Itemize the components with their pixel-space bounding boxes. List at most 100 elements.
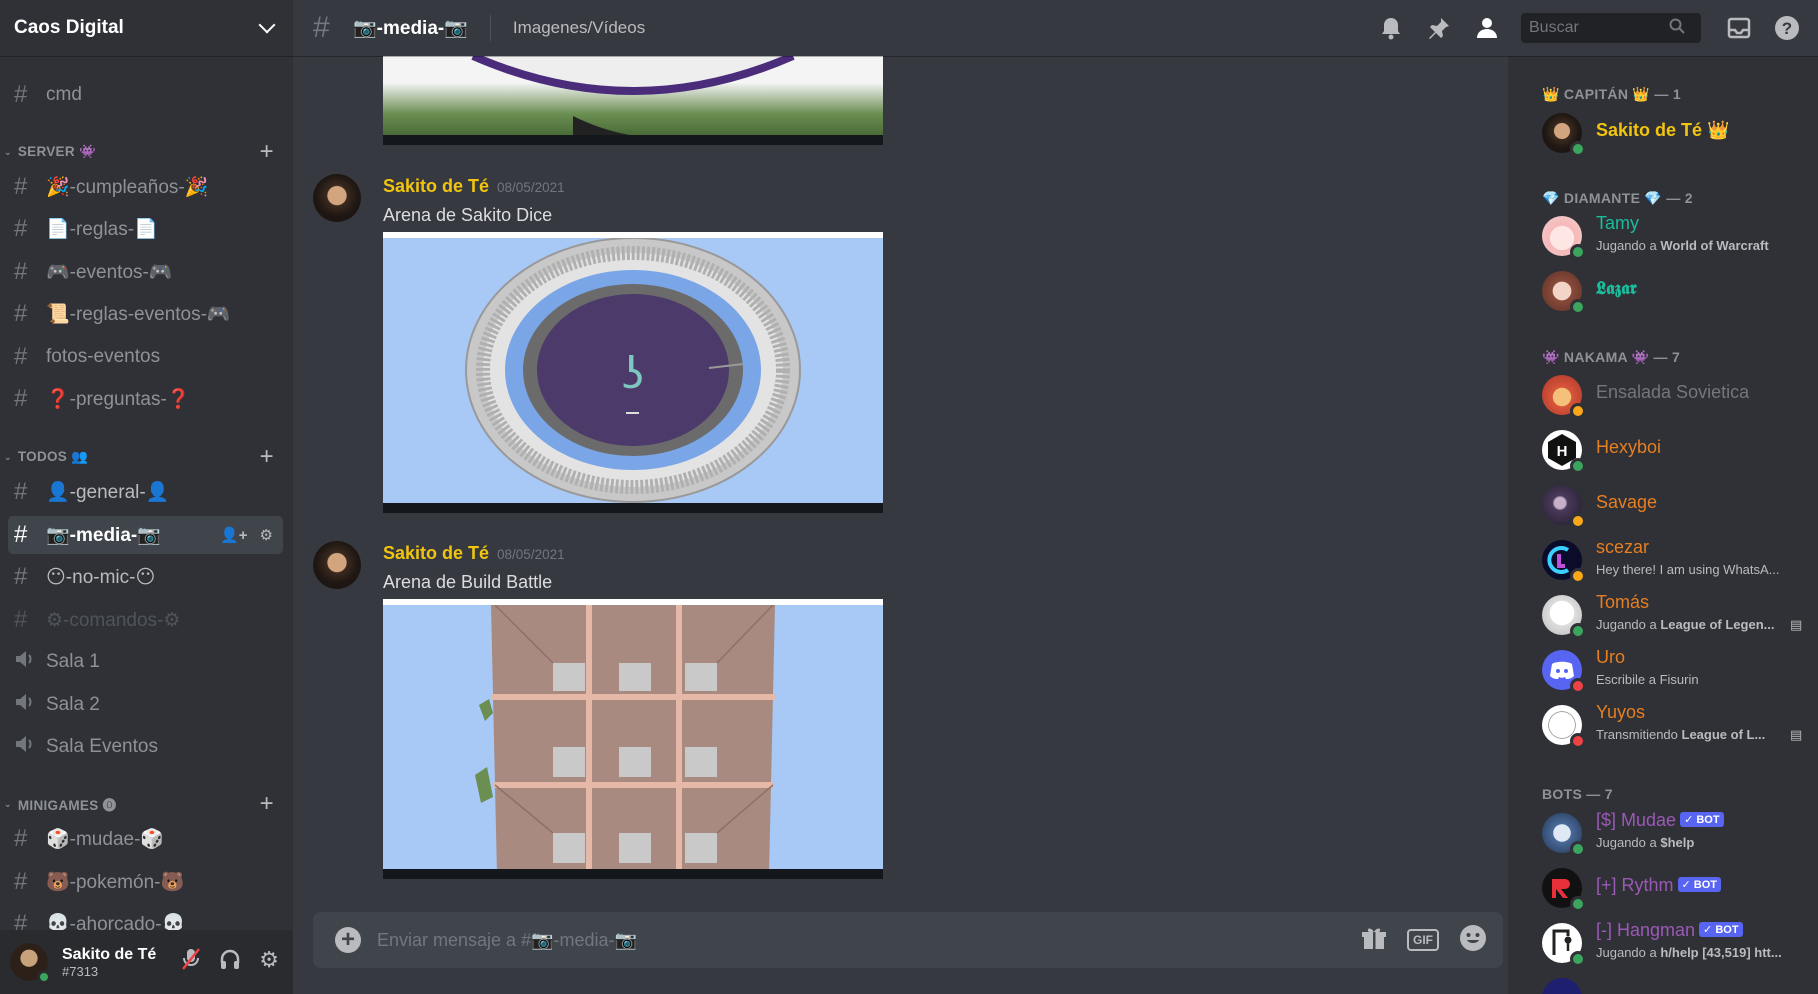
message-attachment[interactable] bbox=[383, 599, 883, 879]
invite-icon[interactable]: 👤+ bbox=[220, 526, 247, 544]
search-input[interactable] bbox=[1529, 19, 1669, 37]
divider bbox=[489, 15, 491, 41]
online-status-icon bbox=[1570, 951, 1586, 967]
emoji-icon[interactable] bbox=[1459, 924, 1487, 957]
voice-channel-sala-eventos[interactable]: Sala Eventos bbox=[8, 728, 283, 766]
role-header-diamante: 💎 DIAMANTE 💎 — 2 bbox=[1542, 190, 1693, 206]
member-name: [+] Rythm ✓ BOT bbox=[1596, 875, 1722, 896]
channel-reglas-eventos[interactable]: # 📜-reglas-eventos-🎮 bbox=[8, 295, 283, 333]
author-name[interactable]: Sakito de Té bbox=[383, 543, 489, 563]
rich-presence-icon: ▤ bbox=[1790, 727, 1803, 742]
help-icon[interactable]: ? bbox=[1770, 11, 1804, 45]
arena-image: ʖ bbox=[465, 238, 801, 503]
search-box[interactable] bbox=[1521, 13, 1701, 43]
speaker-icon bbox=[14, 649, 46, 675]
channel-header: # 📷-media-📷 Imagenes/Vídeos ? bbox=[293, 0, 1818, 56]
add-attachment-icon[interactable]: + bbox=[335, 927, 361, 953]
member-item[interactable]: Ensalada Sovietica bbox=[1542, 372, 1812, 419]
gear-icon[interactable]: ⚙ bbox=[259, 947, 279, 977]
activity-prefix: Jugando a bbox=[1596, 617, 1661, 632]
channel-ahorcado[interactable]: # 💀-ahorcado-💀 bbox=[8, 905, 283, 930]
member-item[interactable]: Sakito de Té 👑 bbox=[1542, 110, 1812, 157]
hash-icon: # bbox=[14, 81, 28, 108]
activity-name: $help bbox=[1660, 835, 1695, 850]
message-author[interactable]: Sakito de Té 08/05/2021 bbox=[383, 543, 565, 564]
avatar bbox=[1542, 705, 1586, 749]
category-label: TODOS 👥 bbox=[17, 449, 89, 464]
pin-icon[interactable] bbox=[1422, 11, 1456, 45]
member-item[interactable]: Tamy Jugando a World of Warcraft bbox=[1542, 213, 1812, 260]
avatar[interactable] bbox=[313, 541, 361, 589]
member-name: Tomás bbox=[1596, 592, 1650, 612]
member-item[interactable]: Tomás Jugando a League of Legen... ▤ bbox=[1542, 592, 1812, 639]
member-activity: Jugando a $help bbox=[1596, 835, 1796, 850]
channel-general[interactable]: # 👤-general-👤 bbox=[8, 473, 283, 511]
gift-icon[interactable] bbox=[1361, 925, 1387, 956]
channel-cmd[interactable]: # cmd bbox=[8, 76, 283, 114]
author-name[interactable]: Sakito de Té bbox=[383, 176, 489, 196]
search-icon[interactable] bbox=[1669, 18, 1685, 39]
voice-channel-sala-1[interactable]: Sala 1 bbox=[8, 643, 283, 681]
member-item[interactable]: [+] Rythm ✓ BOT bbox=[1542, 865, 1812, 912]
dnd-status-icon bbox=[1570, 678, 1586, 694]
bell-icon[interactable] bbox=[1374, 11, 1408, 45]
category-todos[interactable]: ⌄ TODOS 👥 + bbox=[4, 443, 284, 471]
chevron-down-icon[interactable] bbox=[258, 16, 276, 34]
member-item[interactable]: [-] Hangman ✓ BOT Jugando a h/help [43,51… bbox=[1542, 920, 1812, 967]
member-activity: Hey there! I am using WhatsA... bbox=[1596, 562, 1780, 577]
channel-label: Sala 1 bbox=[46, 651, 100, 672]
bot-name: [-] Hangman bbox=[1596, 920, 1696, 940]
channel-eventos[interactable]: # 🎮-eventos-🎮 bbox=[8, 253, 283, 291]
channel-media[interactable]: # 📷-media-📷 👤+ ⚙ bbox=[8, 516, 283, 554]
role-header-capitan: 👑 CAPITÁN 👑 — 1 bbox=[1542, 86, 1681, 102]
channel-preguntas[interactable]: # ❓-preguntas-❓ bbox=[8, 380, 283, 418]
headphones-icon[interactable] bbox=[219, 947, 241, 977]
member-item[interactable] bbox=[1542, 975, 1812, 994]
member-item[interactable]: H Hexyboi bbox=[1542, 427, 1812, 474]
member-item[interactable]: 𝕷𝖆𝖟𝖆𝖗 bbox=[1542, 268, 1812, 315]
member-item[interactable]: Uro Escribile a Fisurin bbox=[1542, 647, 1812, 694]
activity-name: League of L... bbox=[1681, 727, 1766, 742]
category-minigames[interactable]: ⌄ MINIGAMES ⓿ + bbox=[4, 790, 284, 818]
add-channel-icon[interactable]: + bbox=[260, 138, 274, 166]
gear-icon[interactable]: ⚙ bbox=[260, 526, 273, 544]
gif-button[interactable]: GIF bbox=[1407, 929, 1439, 951]
hash-icon: # bbox=[14, 910, 28, 930]
channel-reglas[interactable]: # 📄-reglas-📄 bbox=[8, 210, 283, 248]
category-server[interactable]: ⌄ SERVER 👾 + bbox=[4, 138, 284, 166]
arena-partial-image bbox=[471, 56, 795, 136]
hash-icon: # bbox=[14, 825, 28, 852]
channel-comandos[interactable]: # ⚙-comandos-⚙ bbox=[8, 601, 283, 639]
message-input[interactable] bbox=[377, 929, 1361, 951]
guild-header[interactable]: Caos Digital bbox=[0, 0, 293, 56]
channel-label: 👤-general-👤 bbox=[46, 482, 170, 503]
member-item[interactable]: Yuyos Transmitiendo League of L... ▤ bbox=[1542, 702, 1812, 749]
message-author[interactable]: Sakito de Té 08/05/2021 bbox=[383, 176, 565, 197]
channel-cumpleanos[interactable]: # 🎉-cumpleaños-🎉 bbox=[8, 168, 283, 206]
avatar[interactable] bbox=[313, 174, 361, 222]
inbox-icon[interactable] bbox=[1722, 11, 1756, 45]
mute-mic-icon[interactable] bbox=[181, 947, 201, 977]
build-battle-image bbox=[475, 605, 775, 875]
idle-status-icon bbox=[1570, 568, 1586, 584]
channel-mudae[interactable]: # 🎲-mudae-🎲 bbox=[8, 820, 283, 858]
add-channel-icon[interactable]: + bbox=[260, 790, 274, 818]
member-item[interactable]: scezar Hey there! I am using WhatsA... bbox=[1542, 537, 1812, 584]
channel-topic[interactable]: Imagenes/Vídeos bbox=[513, 18, 645, 38]
avatar bbox=[1542, 868, 1586, 912]
add-channel-icon[interactable]: + bbox=[260, 443, 274, 471]
message-attachment[interactable] bbox=[383, 56, 883, 145]
hash-icon: # bbox=[14, 563, 28, 590]
member-item[interactable]: Savage bbox=[1542, 482, 1812, 529]
channel-fotos-eventos[interactable]: # fotos-eventos bbox=[8, 338, 283, 376]
avatar[interactable] bbox=[10, 943, 51, 984]
voice-channel-sala-2[interactable]: Sala 2 bbox=[8, 686, 283, 724]
channel-pokemon[interactable]: # 🐻-pokemón-🐻 bbox=[8, 863, 283, 901]
channel-label: Sala Eventos bbox=[46, 736, 158, 757]
member-list-icon[interactable] bbox=[1470, 11, 1504, 45]
channel-no-mic[interactable]: # 😶-no-mic-😶 bbox=[8, 558, 283, 596]
hash-icon: # bbox=[14, 258, 28, 285]
member-item[interactable]: [$] Mudae ✓ BOT Jugando a $help bbox=[1542, 810, 1812, 857]
activity-name: World of Warcraft bbox=[1660, 238, 1769, 253]
message-attachment[interactable]: ʖ bbox=[383, 232, 883, 513]
